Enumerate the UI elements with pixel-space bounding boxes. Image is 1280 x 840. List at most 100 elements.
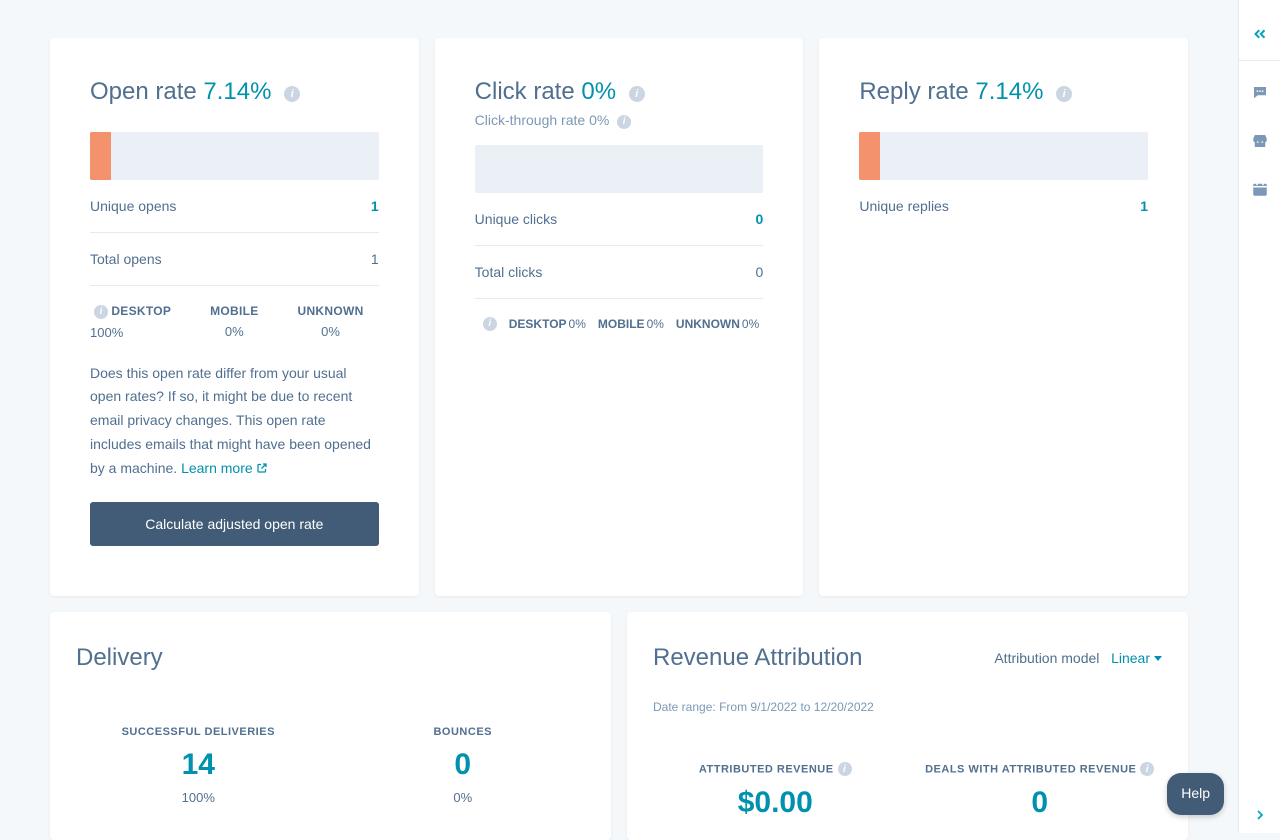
attributed-revenue-value: $0.00 [653,786,898,820]
unique-opens-value: 1 [371,198,379,214]
revenue-date-range: Date range: From 9/1/2022 to 12/20/2022 [653,700,1162,714]
click-device-breakdown: i DESKTOP0% MOBILE0% UNKNOWN0% [475,299,764,331]
attribution-model-label: Attribution model [994,650,1099,666]
total-opens-value: 1 [371,251,379,267]
mobile-label: MOBILE [186,304,282,318]
revenue-metrics: ATTRIBUTED REVENUE i $0.00 DEALS WITH ATT… [653,762,1162,820]
info-icon[interactable]: i [483,317,497,331]
bounces-metric: BOUNCES 0 0% [341,726,586,805]
date-range-label: Date range: [653,700,716,714]
unknown-pct: 0% [742,317,759,331]
revenue-header: Revenue Attribution Attribution model Li… [653,644,1162,672]
divider [1239,60,1280,61]
open-device-breakdown: i DESKTOP 100% MOBILE 0% UNKNOWN 0% [90,286,379,340]
delivery-metrics: SUCCESSFUL DELIVERIES 14 100% BOUNCES 0 … [76,726,585,805]
unknown-label: UNKNOWN [676,317,740,331]
deals-attributed-metric: DEALS WITH ATTRIBUTED REVENUE i 0 [918,762,1163,820]
comments-button[interactable] [1239,69,1280,117]
click-rate-title: Click rate 0% i [475,78,764,106]
unique-opens-row[interactable]: Unique opens 1 [90,180,379,233]
delivery-title: Delivery [76,644,585,672]
attribution-model-dropdown[interactable]: Linear [1111,650,1162,666]
click-rate-card: Click rate 0% i Click-through rate 0% i … [435,38,804,596]
mobile-pct: 0% [186,324,282,339]
successful-deliveries-pct: 100% [76,790,321,805]
successful-deliveries-metric: SUCCESSFUL DELIVERIES 14 100% [76,726,321,805]
unique-replies-value: 1 [1140,198,1148,214]
reply-rate-bar [859,132,1148,180]
store-icon [1251,132,1269,150]
click-rate-value: 0% [581,78,616,105]
chevron-down-icon [1154,656,1162,661]
right-sidebar [1238,0,1280,833]
learn-more-link[interactable]: Learn more [181,460,268,476]
open-rate-card: Open rate 7.14% i Unique opens 1 Total o… [50,38,419,596]
unknown-label: UNKNOWN [282,304,378,318]
reply-rate-value: 7.14% [975,78,1043,105]
unknown-pct: 0% [282,324,378,339]
desktop-label: DESKTOP [111,304,171,318]
calculate-adjusted-open-rate-button[interactable]: Calculate adjusted open rate [90,502,379,546]
calendar-icon [1251,180,1269,198]
total-opens-label: Total opens [90,251,162,267]
bounces-value[interactable]: 0 [341,748,586,782]
info-icon[interactable]: i [284,86,300,102]
total-clicks-value: 0 [756,264,764,280]
top-row: Open rate 7.14% i Unique opens 1 Total o… [50,38,1188,596]
desktop-pct: 0% [569,317,586,331]
info-icon[interactable]: i [1140,762,1154,776]
total-clicks-row: Total clicks 0 [475,246,764,299]
open-rate-note: Does this open rate differ from your usu… [90,362,379,481]
ctr-value: 0% [589,112,609,128]
bounces-pct: 0% [341,790,586,805]
revenue-title: Revenue Attribution [653,644,862,672]
marketplace-button[interactable] [1239,117,1280,165]
deals-attributed-value: 0 [918,786,1163,820]
calendar-button[interactable] [1239,165,1280,213]
desktop-label: DESKTOP [509,317,567,331]
date-range-value: From 9/1/2022 to 12/20/2022 [719,700,874,714]
successful-deliveries-value[interactable]: 14 [76,748,321,782]
dashboard-main: Open rate 7.14% i Unique opens 1 Total o… [0,0,1238,840]
open-rate-title: Open rate 7.14% i [90,78,379,106]
unique-clicks-value: 0 [756,211,764,227]
open-rate-value: 7.14% [203,78,271,105]
open-rate-bar [90,132,379,180]
bounces-label: BOUNCES [341,726,586,738]
click-rate-bar [475,145,764,193]
help-label: Help [1181,785,1210,801]
total-opens-row: Total opens 1 [90,233,379,286]
revenue-attribution-card: Revenue Attribution Attribution model Li… [627,612,1188,840]
delivery-card: Delivery SUCCESSFUL DELIVERIES 14 100% B… [50,612,611,840]
external-link-icon [256,462,268,474]
unique-clicks-row[interactable]: Unique clicks 0 [475,193,764,246]
reply-rate-bar-fill [859,132,880,180]
desktop-pct: 100% [90,325,186,340]
open-rate-label: Open rate [90,78,197,105]
chevron-right-icon [1252,807,1268,823]
attribution-model: Attribution model Linear [994,650,1162,666]
mobile-pct: 0% [647,317,664,331]
successful-deliveries-label: SUCCESSFUL DELIVERIES [76,726,321,738]
mobile-label: MOBILE [598,317,645,331]
reply-rate-label: Reply rate [859,78,968,105]
expand-sidebar-button[interactable] [1239,807,1280,823]
chevrons-left-icon [1251,25,1269,43]
attributed-revenue-label: ATTRIBUTED REVENUE [699,764,834,776]
reply-rate-card: Reply rate 7.14% i Unique replies 1 [819,38,1188,596]
info-icon[interactable]: i [94,305,108,319]
info-icon[interactable]: i [1056,86,1072,102]
chat-icon [1251,84,1269,102]
reply-rate-title: Reply rate 7.14% i [859,78,1148,106]
open-rate-bar-fill [90,132,111,180]
help-button[interactable]: Help [1167,773,1224,815]
info-icon[interactable]: i [838,762,852,776]
bottom-row: Delivery SUCCESSFUL DELIVERIES 14 100% B… [50,612,1188,840]
unique-opens-label: Unique opens [90,198,176,214]
deals-attributed-label: DEALS WITH ATTRIBUTED REVENUE [925,764,1136,776]
info-icon[interactable]: i [629,86,645,102]
collapse-sidebar-button[interactable] [1239,10,1280,58]
info-icon[interactable]: i [617,115,631,129]
unique-replies-row[interactable]: Unique replies 1 [859,180,1148,232]
click-through-subtitle: Click-through rate 0% i [475,112,764,129]
